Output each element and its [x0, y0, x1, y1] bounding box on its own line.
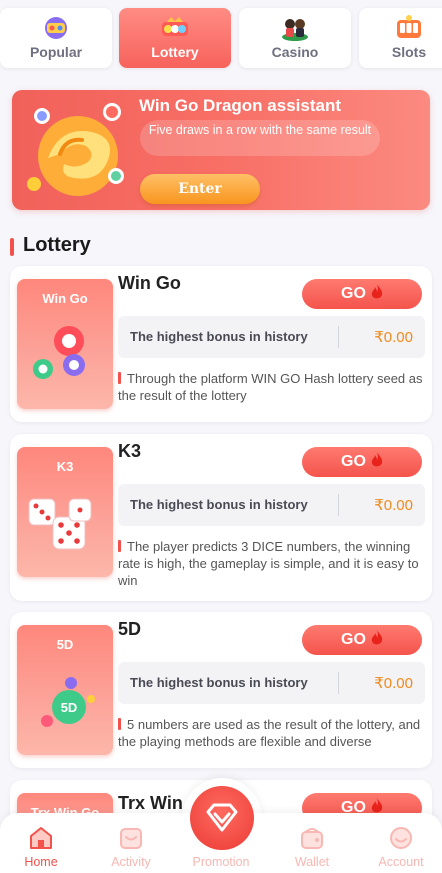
highest-bonus-box: The highest bonus in history ₹0.00: [118, 484, 425, 526]
tab-label: Popular: [29, 44, 83, 60]
go-label: GO: [341, 631, 366, 648]
bonus-label: The highest bonus in history: [130, 497, 308, 512]
bonus-label: The highest bonus in history: [130, 675, 308, 690]
bonus-value: ₹0.00: [374, 497, 413, 514]
popular-icon: [45, 17, 67, 39]
game-card-k3[interactable]: K3 K3 GO The highest bonus in history ₹0…: [10, 434, 432, 601]
flame-icon: [371, 284, 383, 299]
nav-promotion[interactable]: Promotion: [186, 851, 256, 869]
tab-slots[interactable]: Slots: [359, 8, 442, 68]
tab-label: Casino: [271, 44, 319, 60]
dragon-icon: [27, 103, 124, 196]
game-thumbnail[interactable]: Win Go: [17, 279, 113, 409]
highest-bonus-box: The highest bonus in history ₹0.00: [118, 662, 425, 704]
account-icon: [390, 827, 412, 849]
divider: [338, 672, 339, 694]
bonus-value: ₹0.00: [374, 675, 413, 692]
lottery-balls-icon: [33, 326, 85, 379]
5d-balls-icon: 5D: [41, 677, 95, 727]
go-label: GO: [341, 285, 366, 302]
thumbnail-label: Win Go: [42, 291, 88, 306]
divider: [338, 494, 339, 516]
game-thumbnail[interactable]: 5D 5D: [17, 625, 113, 755]
go-button[interactable]: GO: [302, 279, 422, 309]
game-thumbnail[interactable]: K3: [17, 447, 113, 577]
highest-bonus-box: The highest bonus in history ₹0.00: [118, 316, 425, 358]
nav-wallet[interactable]: Wallet: [277, 825, 347, 869]
section-title: Lottery: [10, 234, 91, 257]
activity-icon: [120, 828, 142, 849]
game-description: The player predicts 3 DICE numbers, the …: [118, 538, 424, 589]
dragon-assistant-banner[interactable]: Win Go Dragon assistant Five draws in a …: [12, 90, 430, 210]
game-description: 5 numbers are used as the result of the …: [118, 716, 424, 750]
game-name: Win Go: [118, 273, 181, 293]
nav-label: Account: [378, 855, 424, 869]
go-button[interactable]: GO: [302, 625, 422, 655]
home-icon: [30, 827, 52, 849]
thumbnail-label: 5D: [56, 637, 74, 652]
bonus-value: ₹0.00: [374, 329, 413, 346]
bonus-label: The highest bonus in history: [130, 329, 308, 344]
game-name: Trx Win: [118, 793, 183, 813]
go-label: GO: [341, 453, 366, 470]
game-name: K3: [118, 441, 142, 461]
game-card-5d[interactable]: 5D 5D 5D GO The highest bonus in history…: [10, 612, 432, 768]
slots-icon: [397, 15, 421, 38]
flame-icon: [371, 798, 383, 813]
tab-label: Lottery: [151, 44, 199, 60]
category-tabs: Popular Lottery Casino Slots: [0, 6, 442, 70]
nav-label: Activity: [111, 855, 151, 869]
nav-home[interactable]: Home: [6, 825, 76, 869]
dice-icon: [28, 498, 92, 550]
svg-text:5D: 5D: [61, 700, 78, 715]
nav-label: Wallet: [294, 855, 330, 869]
go-button[interactable]: GO: [302, 447, 422, 477]
diamond-icon: [206, 803, 238, 832]
flame-icon: [371, 452, 383, 467]
divider: [338, 326, 339, 348]
tab-lottery[interactable]: Lottery: [119, 8, 231, 68]
game-description: Through the platform WIN GO Hash lottery…: [118, 371, 423, 403]
game-card-win-go[interactable]: Win Go Win Go GO The highest bonus in hi…: [10, 266, 432, 422]
tab-label: Slots: [391, 44, 427, 60]
nav-activity[interactable]: Activity: [96, 825, 166, 869]
nav-label: Home: [24, 855, 58, 869]
enter-button[interactable]: Enter: [140, 174, 260, 204]
promotion-button[interactable]: [190, 786, 254, 850]
casino-icon: [282, 19, 308, 41]
thumbnail-label: K3: [56, 459, 74, 474]
tab-casino[interactable]: Casino: [239, 8, 351, 68]
tab-popular[interactable]: Popular: [0, 8, 112, 68]
lottery-icon: [162, 17, 188, 36]
banner-description: Five draws in a row with the same result: [140, 120, 380, 156]
flame-icon: [371, 630, 383, 645]
wallet-icon: [301, 828, 323, 849]
banner-title: Win Go Dragon assistant: [139, 96, 341, 115]
nav-label: Promotion: [192, 855, 250, 869]
nav-account[interactable]: Account: [366, 825, 436, 869]
game-name: 5D: [118, 619, 142, 639]
